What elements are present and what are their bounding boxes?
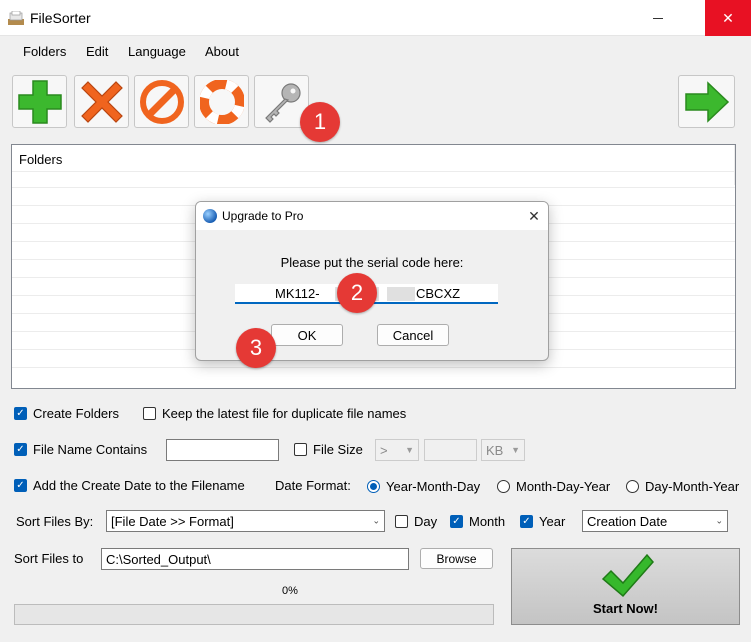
dialog-title: Upgrade to Pro <box>222 209 304 223</box>
title-bar: FileSorter ✕ <box>0 0 751 36</box>
start-now-label: Start Now! <box>593 601 658 616</box>
radio-month-day-year[interactable] <box>497 480 510 493</box>
menu-folders[interactable]: Folders <box>23 44 66 59</box>
create-folders-label: Create Folders <box>33 406 119 421</box>
month-checkbox[interactable]: ✓ <box>450 515 463 528</box>
close-icon: ✕ <box>528 207 540 224</box>
file-size-checkbox[interactable] <box>294 443 307 456</box>
chevron-down-icon: ⌄ <box>715 515 723 526</box>
folders-header: Folders <box>19 152 63 167</box>
sort-to-label: Sort Files to <box>14 551 84 566</box>
create-folders-checkbox[interactable]: ✓ <box>14 407 27 420</box>
keep-latest-label: Keep the latest file for duplicate file … <box>162 406 407 421</box>
name-contains-input[interactable] <box>166 439 279 461</box>
ok-button[interactable]: OK <box>271 324 343 346</box>
next-button[interactable] <box>678 75 735 128</box>
sort-by-select[interactable]: [File Date >> Format] ⌄ <box>106 510 385 532</box>
serial-prefix: MK112- <box>275 286 320 301</box>
browse-button[interactable]: Browse <box>420 548 493 569</box>
step-badge-1: 1 <box>300 102 340 142</box>
app-icon <box>8 11 24 25</box>
progress-percent: 0% <box>282 585 298 597</box>
date-type-value: Creation Date <box>587 513 668 529</box>
add-date-checkbox[interactable]: ✓ <box>14 479 27 492</box>
unit-value: KB <box>486 442 504 458</box>
help-button[interactable] <box>194 75 249 128</box>
file-size-unit-select[interactable]: KB ▼ <box>481 439 525 461</box>
chevron-down-icon: ▼ <box>405 445 414 455</box>
list-row-line <box>12 187 735 188</box>
menu-language[interactable]: Language <box>128 44 186 59</box>
date-format-label: Date Format: <box>275 478 351 493</box>
chevron-down-icon: ⌄ <box>372 515 380 526</box>
plus-icon <box>17 79 62 124</box>
menu-bar: Folders Edit Language About <box>0 37 751 65</box>
month-label: Month <box>469 514 506 529</box>
file-size-operator-select[interactable]: > ▼ <box>375 439 419 461</box>
year-checkbox[interactable]: ✓ <box>520 515 533 528</box>
chevron-down-icon: ▼ <box>511 445 520 455</box>
checkmark-icon <box>601 553 654 598</box>
window-title: FileSorter <box>30 10 91 26</box>
list-row-line <box>12 367 735 368</box>
cancel-button[interactable]: Cancel <box>377 324 449 346</box>
add-date-label: Add the Create Date to the Filename <box>33 478 245 493</box>
clear-button[interactable] <box>134 75 189 128</box>
key-icon <box>264 82 301 123</box>
file-size-label: File Size <box>313 442 363 457</box>
day-checkbox[interactable] <box>395 515 408 528</box>
year-month-day-label: Year-Month-Day <box>386 479 481 494</box>
remove-folder-button[interactable] <box>74 75 129 128</box>
day-label: Day <box>414 514 438 529</box>
x-icon <box>80 80 123 123</box>
sort-by-value: [File Date >> Format] <box>111 513 234 529</box>
progress-bar <box>14 604 494 625</box>
step-badge-2: 2 <box>337 273 377 313</box>
menu-about[interactable]: About <box>205 44 239 59</box>
radio-year-month-day[interactable] <box>367 480 380 493</box>
column-divider <box>734 145 735 185</box>
dialog-title-bar: Upgrade to Pro ✕ <box>196 202 548 230</box>
file-size-input[interactable] <box>424 439 477 461</box>
sort-by-label: Sort Files By: <box>16 514 94 529</box>
maximize-button[interactable] <box>650 0 696 36</box>
date-type-select[interactable]: Creation Date ⌄ <box>582 510 728 532</box>
output-path-input[interactable]: C:\Sorted_Output\ <box>101 548 409 570</box>
year-label: Year <box>539 514 566 529</box>
step-badge-3: 3 <box>236 328 276 368</box>
serial-prompt: Please put the serial code here: <box>280 255 464 270</box>
month-day-year-label: Month-Day-Year <box>516 479 611 494</box>
radio-day-month-year[interactable] <box>626 480 639 493</box>
operator-value: > <box>380 442 388 458</box>
list-row-line <box>12 171 735 172</box>
day-month-year-label: Day-Month-Year <box>645 479 740 494</box>
lifebuoy-icon <box>199 79 244 124</box>
serial-mask <box>387 287 415 301</box>
keep-latest-checkbox[interactable] <box>143 407 156 420</box>
dialog-close-button[interactable]: ✕ <box>524 206 544 226</box>
add-folder-button[interactable] <box>12 75 67 128</box>
menu-edit[interactable]: Edit <box>86 44 108 59</box>
serial-suffix: CBCXZ <box>416 286 461 301</box>
no-entry-icon <box>139 79 184 124</box>
close-icon: ✕ <box>722 9 734 26</box>
name-contains-label: File Name Contains <box>33 442 148 457</box>
arrow-right-icon <box>684 80 729 123</box>
close-button[interactable]: ✕ <box>705 0 751 36</box>
name-contains-checkbox[interactable]: ✓ <box>14 443 27 456</box>
globe-icon <box>203 209 217 223</box>
